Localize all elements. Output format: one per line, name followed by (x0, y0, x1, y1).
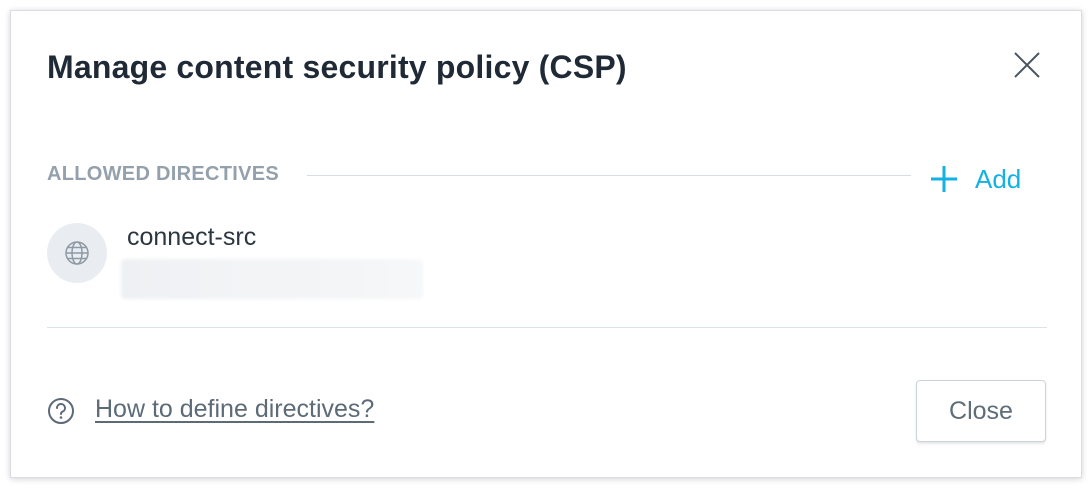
question-circle-icon (47, 397, 75, 425)
directive-value-redacted (121, 259, 423, 299)
section-label: ALLOWED DIRECTIVES (47, 163, 280, 185)
csp-dialog: Manage content security policy (CSP) ALL… (10, 10, 1082, 478)
add-label: Add (975, 163, 1022, 194)
close-icon[interactable] (1009, 47, 1045, 83)
directive-name: connect-src (127, 223, 257, 251)
section-divider (307, 175, 911, 176)
close-button[interactable]: Close (916, 380, 1046, 442)
add-directive-button[interactable]: Add (929, 159, 1021, 199)
footer-divider (47, 327, 1047, 328)
globe-icon (47, 223, 107, 283)
directive-item: connect-src (47, 219, 1047, 299)
dialog-title: Manage content security policy (CSP) (47, 49, 627, 85)
help-link[interactable]: How to define directives? (95, 395, 374, 424)
plus-icon (929, 164, 959, 194)
